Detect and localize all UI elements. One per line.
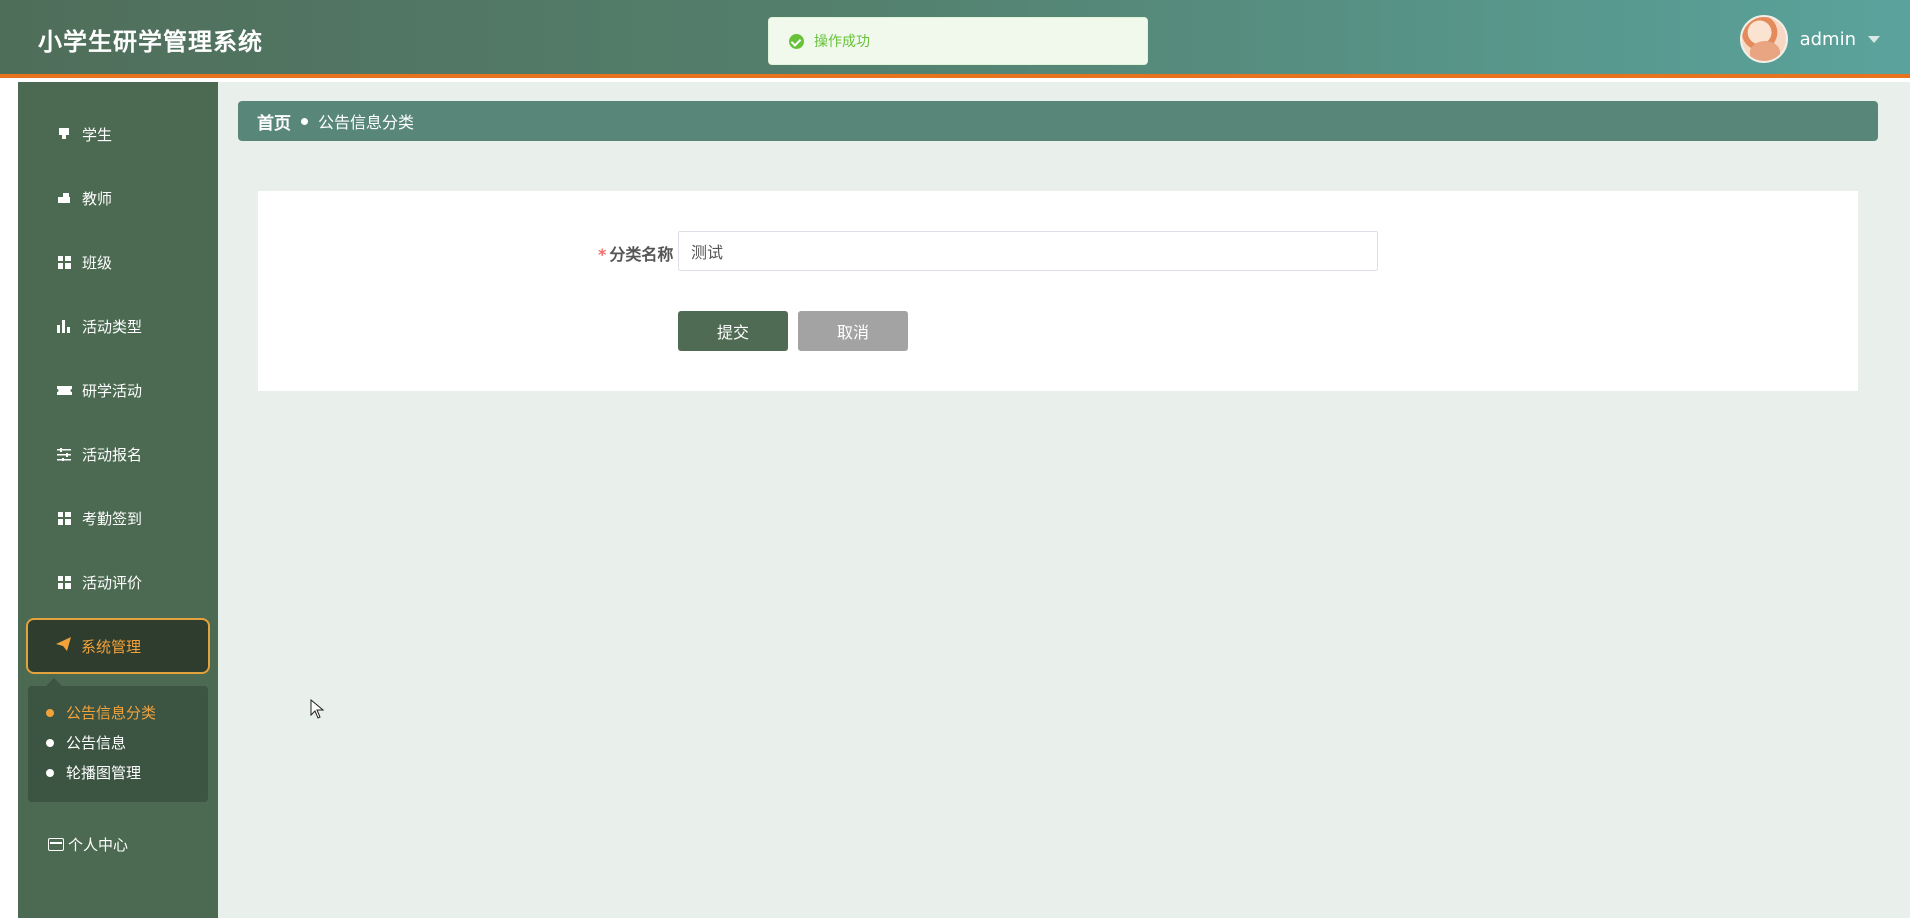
bar-chart-icon [56,318,72,334]
sidebar-item-label: 考勤签到 [82,509,143,528]
breadcrumb: 首页 公告信息分类 [238,101,1878,141]
success-toast: 操作成功 [768,17,1148,65]
chevron-down-icon[interactable] [1868,35,1880,43]
sidebar-item-class[interactable]: 班级 [18,236,218,288]
category-name-input[interactable] [678,231,1378,271]
mouse-cursor-icon [310,699,324,719]
user-menu[interactable]: admin [1739,14,1880,64]
breadcrumb-home[interactable]: 首页 [257,109,291,134]
cancel-button[interactable]: 取消 [798,311,908,351]
sidebar-item-teacher[interactable]: 教师 [18,172,218,224]
submenu-item-notice-category[interactable]: 公告信息分类 [46,702,156,723]
grid-icon [56,510,72,526]
sliders-icon [56,446,72,462]
top-header: 小学生研学管理系统 操作成功 admin [0,0,1910,78]
sidebar-item-profile[interactable]: 个人中心 [48,834,128,855]
sidebar-item-label: 教师 [82,189,113,208]
bullet-icon [46,708,54,717]
student-icon [56,126,72,142]
sidebar-item-student[interactable]: 学生 [18,108,218,160]
bullet-icon [46,768,54,777]
username[interactable]: admin [1800,29,1856,50]
sidebar-item-label: 学生 [82,125,113,144]
sidebar-item-label: 个人中心 [68,836,129,854]
wallet-icon [48,838,64,851]
sidebar-item-study-activity[interactable]: 研学活动 [18,364,218,416]
submenu-item-label: 公告信息分类 [66,704,157,722]
category-name-label: * 分类名称 [598,241,673,265]
submit-button[interactable]: 提交 [678,311,788,351]
grid-icon [56,574,72,590]
breadcrumb-separator-icon [301,117,308,125]
check-circle-icon [789,33,804,49]
sidebar-item-label: 系统管理 [81,637,142,656]
submenu-item-label: 公告信息 [66,734,127,752]
sidebar-item-label: 班级 [82,253,113,272]
category-form: *分类名称 提交 取消 [258,191,1858,391]
avatar[interactable] [1739,15,1788,63]
teacher-icon [56,190,72,206]
sidebar-item-label: 活动评价 [82,573,143,592]
sidebar-item-attendance[interactable]: 考勤签到 [18,492,218,544]
sidebar-item-label: 研学活动 [82,381,143,400]
submenu-item-notice[interactable]: 公告信息 [46,732,126,753]
sidebar-item-label: 活动类型 [82,317,143,336]
required-mark: * [598,245,607,264]
system-submenu: 公告信息分类 公告信息 轮播图管理 [28,678,208,802]
main-content: 首页 公告信息分类 *分类名称 提交 取消 [218,82,1910,918]
send-icon [56,637,71,655]
ticket-icon [56,382,72,398]
breadcrumb-current: 公告信息分类 [318,113,415,132]
sidebar: 学生 教师 班级 活动类型 研学活动 活动报名 考勤签到 活动评价 系统管理 公… [18,82,218,918]
sidebar-item-activity-type[interactable]: 活动类型 [18,300,218,352]
sidebar-item-evaluation[interactable]: 活动评价 [18,556,218,608]
submenu-item-label: 轮播图管理 [66,764,142,782]
grid-icon [56,254,72,270]
sidebar-item-system-management[interactable]: 系统管理 [26,618,210,674]
category-name-label-text: 分类名称 [609,245,674,264]
sidebar-item-label: 活动报名 [82,445,143,464]
app-title: 小学生研学管理系统 [38,28,263,56]
submenu-item-carousel[interactable]: 轮播图管理 [46,762,141,783]
bullet-icon [46,738,54,747]
sidebar-item-registration[interactable]: 活动报名 [18,428,218,480]
toast-message: 操作成功 [814,34,870,50]
